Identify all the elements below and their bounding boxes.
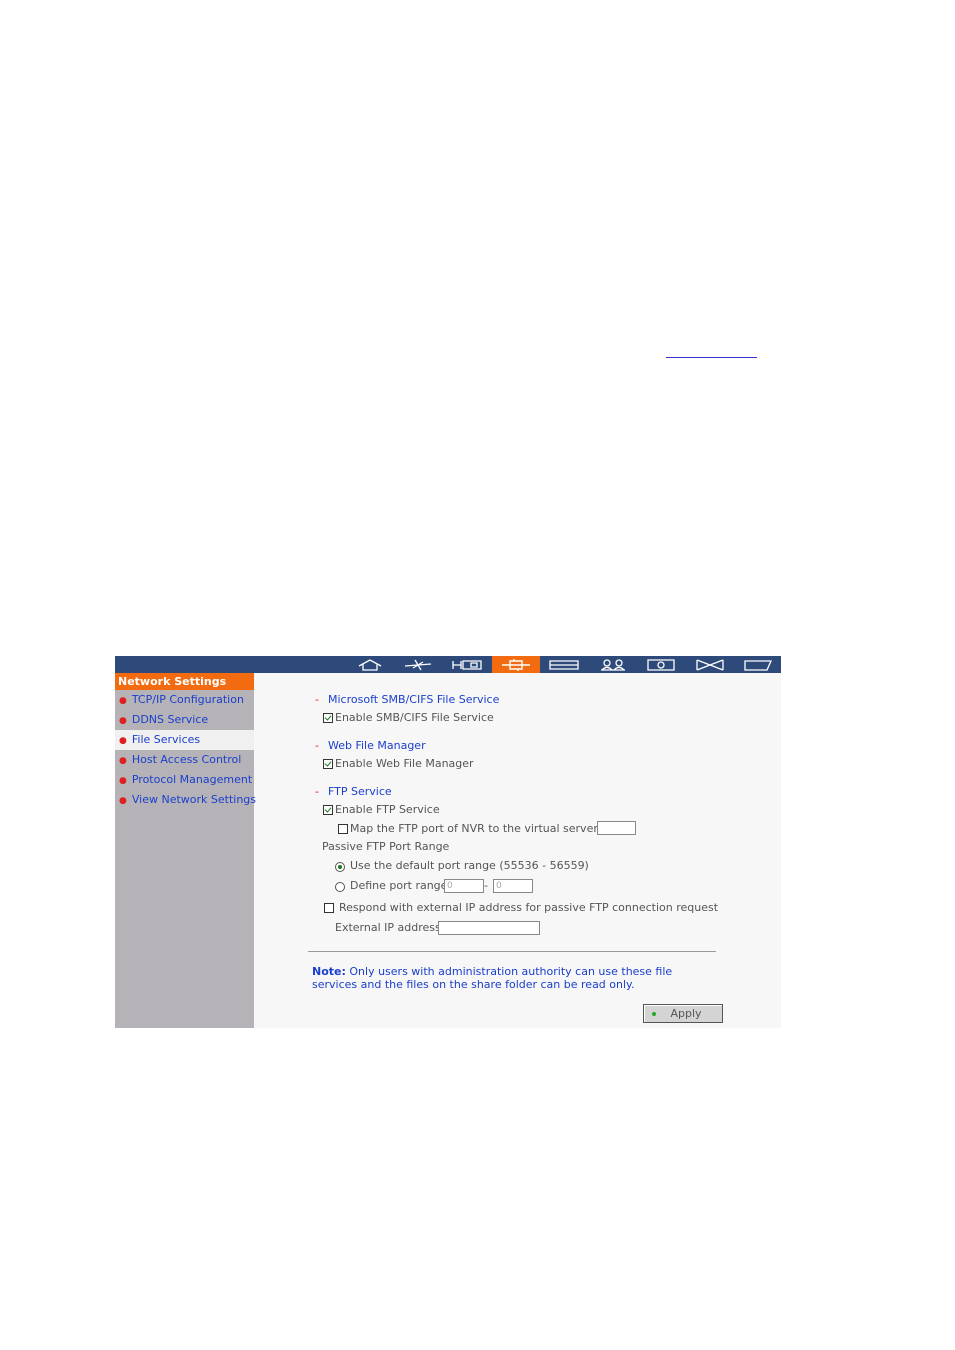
enable-webfm-label: Enable Web File Manager [335,757,474,770]
map-ftp-port-checkbox[interactable] [338,824,348,834]
apply-dot-icon [652,1011,657,1016]
webfm-section-title: Web File Manager [328,739,426,752]
sidebar-item-label: Host Access Control [131,753,242,766]
sidebar-item-ddns-service[interactable]: ● DDNS Service [115,710,254,730]
smb-section-title: Microsoft SMB/CIFS File Service [328,693,500,706]
port-range-from-input[interactable] [444,879,484,893]
document-link-underline[interactable] [666,357,757,358]
tools-icon[interactable] [686,656,734,673]
sidebar-item-label: Protocol Management [131,773,253,786]
bullet-icon: ● [119,776,127,786]
external-ip-input[interactable] [438,921,540,935]
apply-button[interactable]: Apply [643,1004,723,1023]
apply-label: Apply [670,1007,702,1020]
system-icon[interactable] [443,656,491,673]
respond-external-ip-checkbox[interactable] [324,903,334,913]
section-dash: - [315,785,319,798]
sidebar: Network Settings ● TCP/IP Configuration ●… [115,673,257,1028]
home-icon[interactable] [346,656,394,673]
note-body: Only users with administration authority… [312,965,673,991]
sidebar-item-label: File Services [131,733,201,746]
bullet-icon: ● [119,696,127,706]
define-port-range-label: Define port range: [350,879,452,892]
respond-external-ip-label: Respond with external IP address for pas… [339,901,719,914]
external-ip-label: External IP address: [335,921,445,934]
divider [308,951,716,952]
sidebar-item-label: View Network Settings [131,793,257,806]
default-port-range-label: Use the default port range (55536 - 5655… [350,859,589,872]
sidebar-item-host-access-control[interactable]: ● Host Access Control [115,750,254,770]
port-range-separator: - [484,879,488,892]
note-label: Note: [312,965,346,978]
nvr-admin-panel: Network Settings ● TCP/IP Configuration ●… [115,656,781,1028]
map-ftp-port-label: Map the FTP port of NVR to the virtual s… [350,822,614,835]
bullet-icon: ● [119,756,127,766]
camera-icon[interactable] [637,656,685,673]
passive-port-range-label: Passive FTP Port Range [322,840,450,853]
sidebar-item-protocol-management[interactable]: ● Protocol Management [115,770,254,790]
enable-smb-checkbox[interactable] [323,713,333,723]
sidebar-item-label: DDNS Service [131,713,209,726]
enable-ftp-label: Enable FTP Service [335,803,440,816]
default-port-range-radio[interactable] [335,862,345,872]
ftp-section-title: FTP Service [328,785,392,798]
enable-webfm-checkbox[interactable] [323,759,333,769]
sidebar-item-tcpip-configuration[interactable]: ● TCP/IP Configuration [115,690,254,710]
bullet-icon: ● [119,796,127,806]
sidebar-item-file-services[interactable]: ● File Services [115,730,254,750]
network-icon[interactable] [492,656,540,673]
enable-smb-label: Enable SMB/CIFS File Service [335,711,494,724]
port-range-to-input[interactable] [493,879,533,893]
top-nav-bar [115,656,781,673]
sidebar-title: Network Settings [115,673,254,690]
note-text: Note: Only users with administration aut… [312,965,720,991]
bullet-icon: ● [119,716,127,726]
wizard-icon[interactable] [394,656,442,673]
logout-icon[interactable] [734,656,782,673]
define-port-range-radio[interactable] [335,882,345,892]
sidebar-item-view-network-settings[interactable]: ● View Network Settings [115,790,257,810]
sidebar-item-label: TCP/IP Configuration [131,693,244,706]
bullet-icon: ● [119,736,127,746]
file-services-panel: - Microsoft SMB/CIFS File Service Enable… [254,673,781,1028]
users-icon[interactable] [589,656,637,673]
enable-ftp-checkbox[interactable] [323,805,333,815]
virtual-server-port-input[interactable] [597,821,636,835]
section-dash: - [315,739,319,752]
storage-icon[interactable] [540,656,588,673]
section-dash: - [315,693,319,706]
